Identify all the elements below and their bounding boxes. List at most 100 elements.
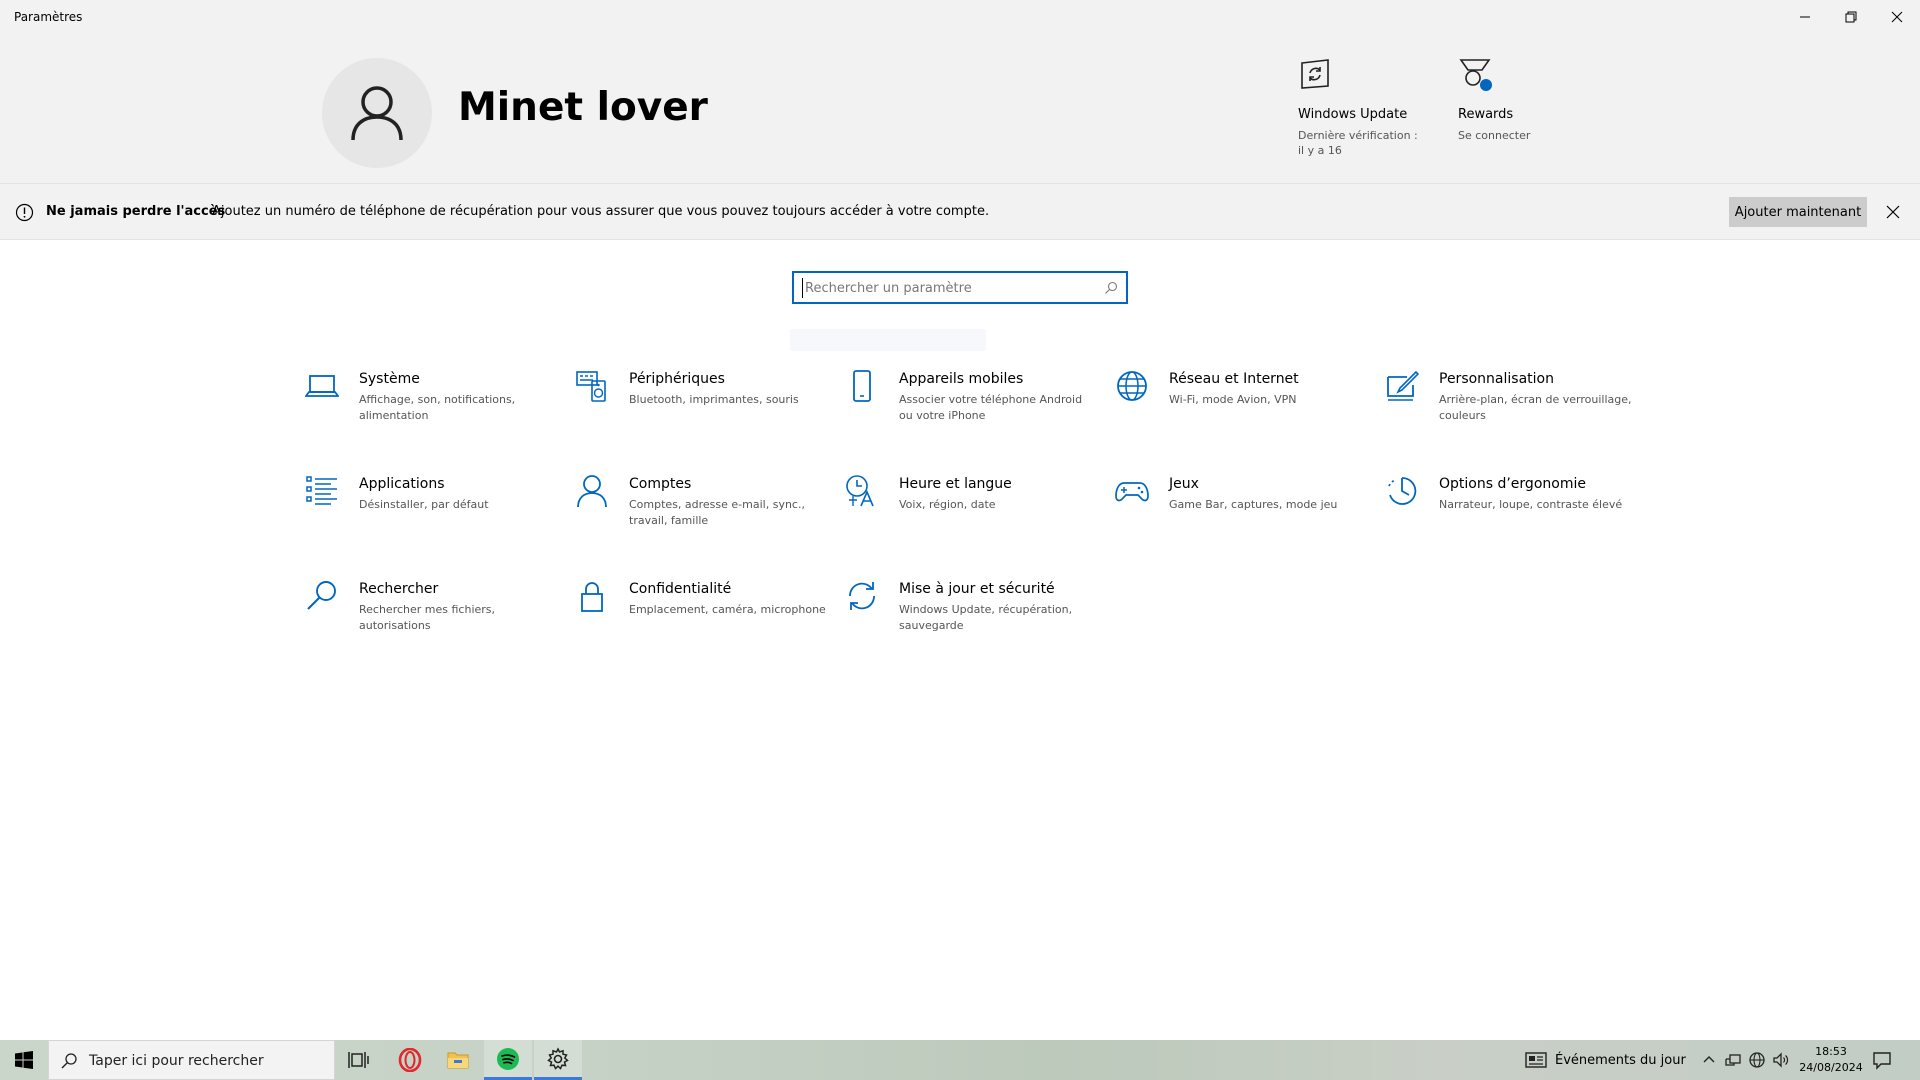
category-appareils-mobiles[interactable]: Appareils mobiles Associer votre télépho…: [845, 365, 1085, 445]
category-reseau-internet[interactable]: Réseau et Internet Wi-Fi, mode Avion, VP…: [1115, 365, 1355, 445]
category-description: Affichage, son, notifications, alimentat…: [359, 393, 516, 422]
task-view-icon: [348, 1052, 369, 1068]
notification-center-icon[interactable]: [1872, 1050, 1892, 1070]
category-applications[interactable]: Applications Désinstaller, par défaut: [305, 470, 545, 550]
search-magnifier-icon: [307, 581, 336, 610]
rewards-label: Rewards: [1458, 107, 1514, 122]
spotify-button[interactable]: [484, 1040, 532, 1080]
window-controls: [1782, 0, 1920, 33]
system-tray: [1700, 1040, 1790, 1080]
category-description: Bluetooth, imprimantes, souris: [629, 393, 799, 406]
person-icon: [577, 475, 607, 508]
category-title: Confidentialité: [629, 581, 732, 597]
taskbar-search-icon: [61, 1053, 77, 1069]
info-icon: [15, 203, 34, 222]
restore-button[interactable]: [1828, 0, 1874, 33]
windows-update-tile[interactable]: Windows Update Dernière vérification : i…: [1298, 57, 1418, 158]
rewards-tile[interactable]: Rewards Se connecter: [1458, 57, 1578, 143]
category-description: Windows Update, récupération, sauvegarde: [899, 603, 1073, 632]
category-title: Système: [359, 371, 420, 387]
phone-icon: [853, 370, 871, 402]
category-description: Narrateur, loupe, contraste élevé: [1439, 498, 1623, 511]
avatar[interactable]: [322, 58, 432, 168]
update-icon: [849, 582, 875, 610]
spotify-icon: [497, 1047, 519, 1070]
start-button[interactable]: [0, 1040, 48, 1080]
category-description: Rechercher mes fichiers, autorisations: [359, 603, 496, 632]
search-input[interactable]: [802, 278, 1092, 298]
category-description: Arrière-plan, écran de verrouillage, cou…: [1439, 393, 1632, 422]
category-rechercher[interactable]: Rechercher Rechercher mes fichiers, auto…: [305, 575, 545, 655]
category-title: Personnalisation: [1439, 371, 1554, 387]
search-suggestion-highlight: [790, 329, 986, 351]
search-icon[interactable]: [1104, 281, 1118, 295]
gear-icon: [547, 1046, 569, 1070]
apps-list-icon: [306, 476, 337, 505]
rewards-medal-icon: [1459, 59, 1492, 91]
recovery-notification-bar: Ne jamais perdre l'accès Ajoutez un numé…: [0, 183, 1920, 240]
account-header: Minet lover Windows Update Dernière véri…: [0, 33, 1920, 183]
windows-update-label: Windows Update: [1298, 107, 1408, 122]
category-personnalisation[interactable]: Personnalisation Arrière-plan, écran de …: [1385, 365, 1632, 445]
category-description: Désinstaller, par défaut: [359, 498, 489, 511]
network-icon[interactable]: [1724, 1051, 1742, 1069]
close-button[interactable]: [1874, 0, 1920, 33]
category-title: Options d’ergonomie: [1439, 476, 1586, 492]
settings-search-box[interactable]: [792, 271, 1128, 304]
windows-update-status: Dernière vérification : il y a 16: [1298, 129, 1418, 157]
category-peripheriques[interactable]: Périphériques Bluetooth, imprimantes, so…: [575, 365, 815, 445]
language-globe-icon[interactable]: [1748, 1051, 1766, 1069]
category-title: Jeux: [1169, 476, 1199, 492]
gamepad-icon: [1115, 482, 1149, 502]
devices-icon: [576, 371, 606, 402]
category-confidentialite[interactable]: Confidentialité Emplacement, caméra, mic…: [575, 575, 826, 655]
category-description: Wi-Fi, mode Avion, VPN: [1169, 393, 1297, 406]
taskbar-search-placeholder: Taper ici pour rechercher: [89, 1053, 264, 1069]
category-title: Périphériques: [629, 371, 725, 387]
volume-icon[interactable]: [1772, 1051, 1790, 1069]
laptop-icon: [305, 375, 339, 397]
settings-app-button[interactable]: [534, 1040, 582, 1080]
dismiss-notification-icon[interactable]: [1886, 205, 1900, 219]
task-view-button[interactable]: [335, 1040, 383, 1080]
category-title: Comptes: [629, 476, 692, 492]
news-label: Événements du jour: [1555, 1052, 1686, 1068]
category-title: Heure et langue: [899, 476, 1012, 492]
minimize-button[interactable]: [1782, 0, 1828, 33]
category-systeme[interactable]: Système Affichage, son, notifications, a…: [305, 365, 545, 445]
category-heure-langue[interactable]: Heure et langue Voix, région, date: [845, 470, 1085, 550]
globe-icon: [1117, 371, 1147, 401]
windows-logo-icon: [15, 1051, 33, 1069]
category-title: Applications: [359, 476, 445, 492]
folder-icon: [447, 1052, 469, 1069]
category-description: Associer votre téléphone Android ou votr…: [899, 393, 1083, 422]
category-comptes[interactable]: Comptes Comptes, adresse e-mail, sync., …: [575, 470, 815, 550]
category-description: Emplacement, caméra, microphone: [629, 603, 826, 616]
add-now-button[interactable]: Ajouter maintenant: [1729, 197, 1867, 227]
file-explorer-button[interactable]: [434, 1040, 482, 1080]
restore-icon: [1845, 11, 1857, 22]
notification-message: Ajoutez un numéro de téléphone de récupé…: [212, 204, 990, 219]
opera-browser-button[interactable]: [386, 1040, 434, 1080]
news-widget[interactable]: Événements du jour: [1525, 1040, 1686, 1080]
taskbar-clock[interactable]: 18:53 24/08/2024: [1795, 1044, 1867, 1076]
taskbar-search-box[interactable]: Taper ici pour rechercher: [48, 1040, 335, 1080]
close-icon: [1891, 11, 1903, 22]
category-title: Mise à jour et sécurité: [899, 581, 1055, 597]
category-description: Comptes, adresse e-mail, sync., travail,…: [629, 498, 805, 527]
category-jeux[interactable]: Jeux Game Bar, captures, mode jeu: [1115, 470, 1355, 550]
account-name: Minet lover: [458, 85, 708, 130]
category-title: Appareils mobiles: [899, 371, 1024, 387]
clock-time: 18:53: [1815, 1045, 1847, 1058]
window-title: Paramètres: [14, 10, 83, 24]
person-avatar-icon: [351, 86, 403, 141]
category-mise-a-jour-securite[interactable]: Mise à jour et sécurité Windows Update, …: [845, 575, 1085, 655]
category-description: Voix, région, date: [899, 498, 996, 511]
personalization-icon: [1387, 370, 1419, 401]
chevron-up-icon[interactable]: [1700, 1051, 1718, 1069]
windows-update-icon: [1301, 59, 1329, 89]
accessibility-icon: [1388, 477, 1417, 505]
category-ergonomie[interactable]: Options d’ergonomie Narrateur, loupe, co…: [1385, 470, 1625, 550]
notification-title: Ne jamais perdre l'accès: [46, 204, 226, 219]
taskbar: Taper ici pour rechercher Événements du …: [0, 1040, 1920, 1080]
